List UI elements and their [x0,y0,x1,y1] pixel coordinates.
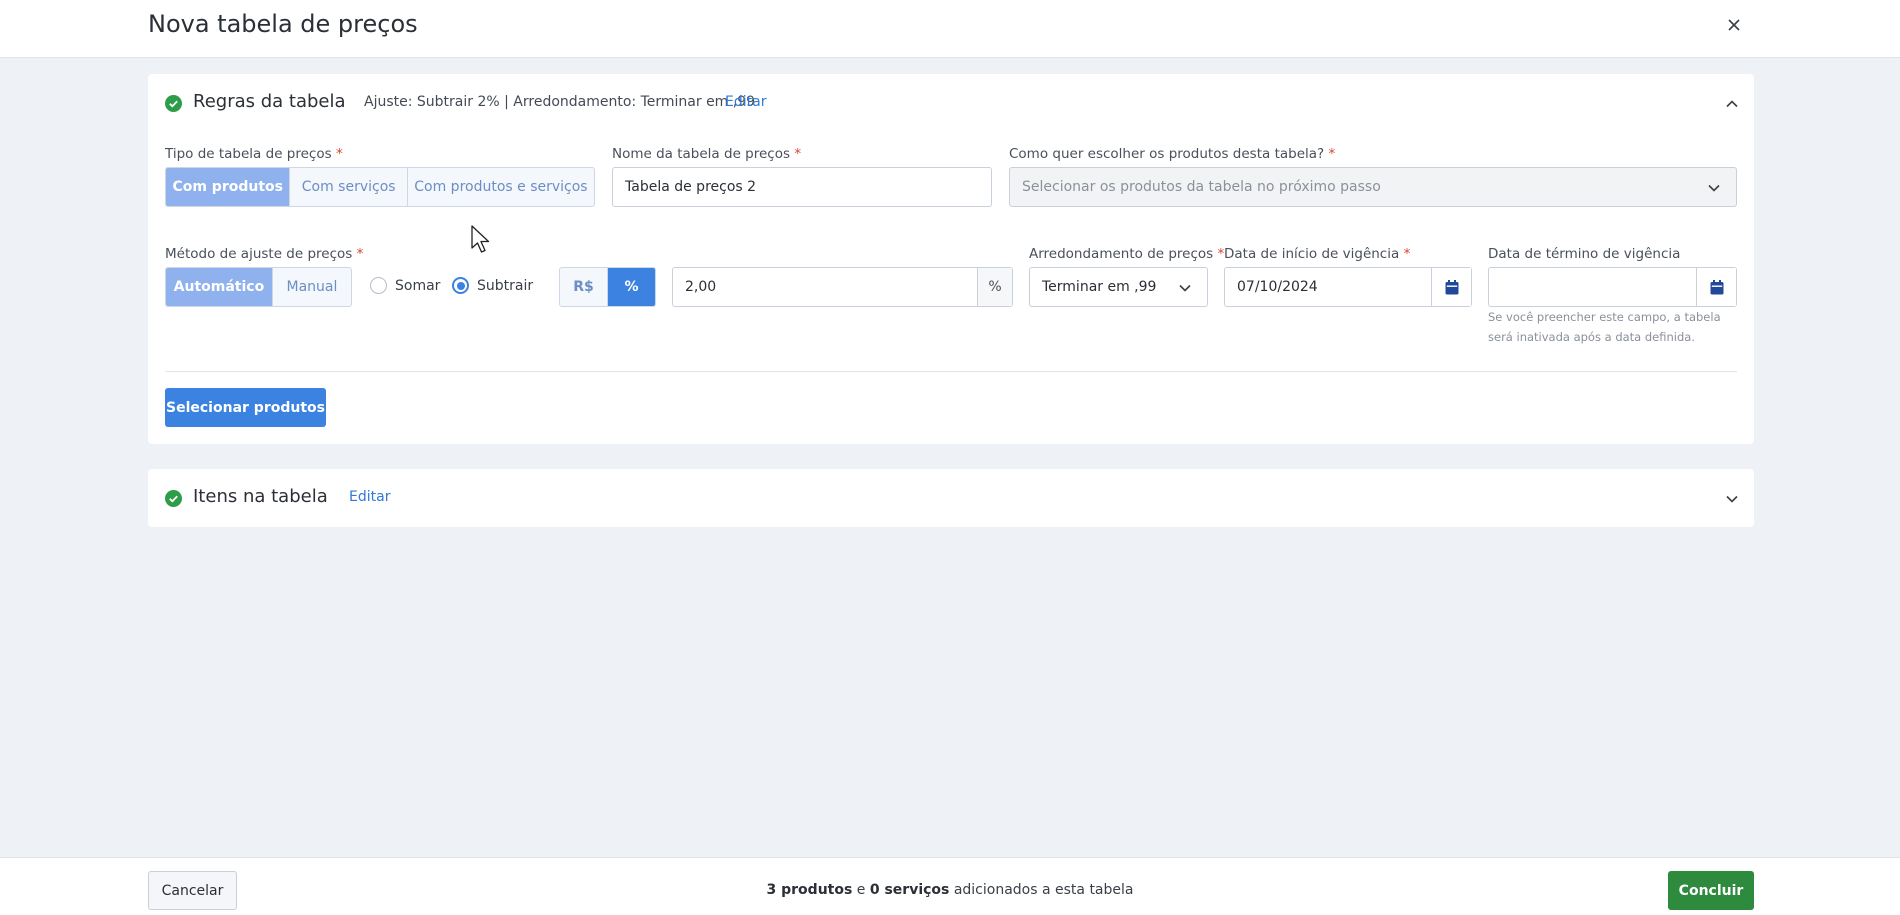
rules-panel: Regras da tabela Ajuste: Subtrair 2% | A… [148,74,1754,444]
rules-summary: Ajuste: Subtrair 2% | Arredondamento: Te… [364,94,756,110]
start-date-input[interactable]: 07/10/2024 [1224,267,1472,307]
rounding-select[interactable]: Terminar em ,99 [1029,267,1208,307]
start-date-calendar-button[interactable] [1431,268,1471,306]
table-name-input[interactable]: Tabela de preços 2 [612,167,992,207]
page-title: Nova tabela de preços [148,10,418,38]
chevron-down-icon[interactable] [1724,491,1740,507]
adjust-manual-option[interactable]: Manual [273,268,351,306]
section-divider [165,371,1737,372]
chevron-up-icon[interactable] [1724,96,1740,112]
calendar-icon [1445,279,1458,294]
rounding-value: Terminar em ,99 [1042,279,1157,295]
items-section-title: Itens na tabela [193,486,328,507]
rounding-label: Arredondamento de preços * [1029,246,1225,262]
footer-summary: 3 produtos e 0 serviços adicionados a es… [0,882,1900,898]
operation-subtract-label: Subtrair [477,277,534,294]
items-panel: Itens na tabela Editar [148,469,1754,527]
adjust-value: 2,00 [685,279,717,295]
adjust-method-selector: Automático Manual [165,267,352,307]
adjust-value-suffix: % [977,268,1012,306]
table-type-selector: Com produtos Com serviços Com produtos e… [165,167,595,207]
summary-suffix: adicionados a esta tabela [953,882,1134,898]
table-type-services-option[interactable]: Com serviços [290,168,408,206]
operation-add-radio[interactable]: Somar [370,277,440,294]
modal-header: Nova tabela de preços [0,0,1900,58]
operation-subtract-radio[interactable]: Subtrair [452,277,533,294]
product-choice-label: Como quer escolher os produtos desta tab… [1009,146,1336,162]
end-date-helper-text: Se você preencher este campo, a tabela s… [1488,310,1721,344]
operation-add-label: Somar [395,277,441,294]
unit-selector: R$ % [559,267,656,307]
product-choice-value: Selecionar os produtos da tabela no próx… [1022,179,1381,195]
table-type-label: Tipo de tabela de preços * [165,146,343,162]
rules-section-title: Regras da tabela [193,91,346,112]
close-icon[interactable] [1727,18,1741,32]
radio-checked [452,277,469,294]
start-date-value: 07/10/2024 [1237,279,1318,295]
table-type-both-option[interactable]: Com produtos e serviços [408,168,594,206]
table-name-label: Nome da tabela de preços * [612,146,802,162]
table-type-products-option[interactable]: Com produtos [166,168,291,206]
chevron-down-icon [1708,184,1720,192]
chevron-down-icon [1179,284,1191,292]
services-count: 0 serviços [869,882,950,898]
adjust-automatic-option[interactable]: Automático [166,268,273,306]
summary-connector: e [856,882,866,898]
adjust-method-label: Método de ajuste de preços * [165,246,364,262]
check-circle-icon [165,95,182,112]
end-date-label: Data de término de vigência [1488,246,1681,262]
product-choice-select[interactable]: Selecionar os produtos da tabela no próx… [1009,167,1737,207]
rules-edit-link[interactable]: Editar [725,94,766,110]
end-date-input[interactable] [1488,267,1737,307]
items-edit-link[interactable]: Editar [349,489,390,505]
start-date-label: Data de início de vigência * [1224,246,1411,262]
unit-currency-option[interactable]: R$ [560,268,608,306]
table-name-value: Tabela de preços 2 [625,179,757,195]
select-products-button[interactable]: Selecionar produtos [165,388,326,427]
modal-footer: Cancelar 3 produtos e 0 serviços adicion… [0,857,1900,915]
check-circle-icon [165,490,182,507]
radio-unchecked [370,277,387,294]
unit-percent-option[interactable]: % [608,268,655,306]
close-button[interactable] [1722,13,1746,37]
end-date-calendar-button[interactable] [1696,268,1736,306]
done-button[interactable]: Concluir [1668,871,1754,910]
products-count: 3 produtos [766,882,853,898]
adjust-value-input[interactable]: 2,00 % [672,267,1013,307]
calendar-icon [1710,279,1723,294]
